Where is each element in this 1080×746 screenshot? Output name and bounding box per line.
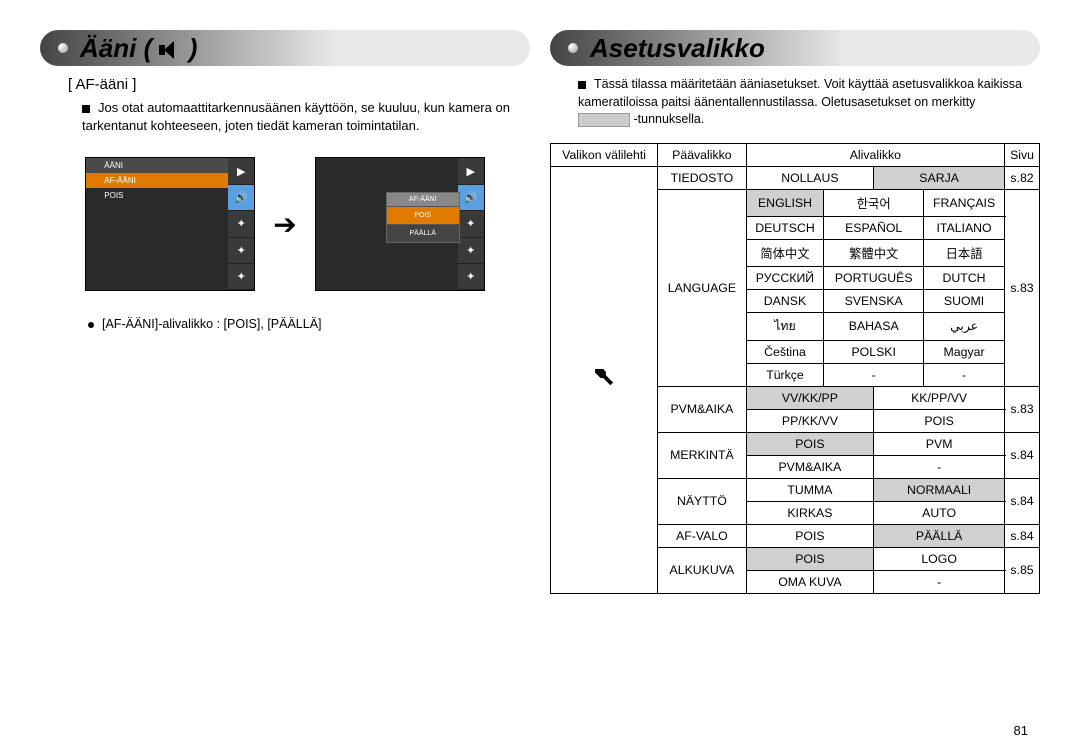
right-header: Asetusvalikko <box>550 30 1040 66</box>
col-sub: Alivalikko <box>746 143 1004 166</box>
settings-intro: Tässä tilassa määritetään ääniasetukset.… <box>550 76 1040 129</box>
left-header: Ääni ( ) <box>40 30 530 66</box>
col-tab: Valikon välilehti <box>551 143 658 166</box>
lcd-previews: ÄÄNI AF-ÄÄNI POIS ▶🔊✦✦✦ ➔ ▶🔊✦✦✦ AF-ÄÄNI … <box>40 157 530 291</box>
arrow-icon: ➔ <box>273 208 296 241</box>
settings-table: Valikon välilehti Päävalikko Alivalikko … <box>550 143 1040 594</box>
lcd-screen-1: ÄÄNI AF-ÄÄNI POIS ▶🔊✦✦✦ <box>85 157 255 291</box>
tab-icon-cell <box>551 166 658 593</box>
speaker-icon <box>159 41 181 59</box>
af-submenu-note: [AF-ÄÄNI]-alivalikko : [POIS], [PÄÄLLÄ] <box>88 317 530 331</box>
af-sound-paragraph: Jos otat automaattitarkennusäänen käyttö… <box>82 99 510 135</box>
default-swatch <box>578 113 630 127</box>
left-title-a: Ääni ( <box>80 33 152 63</box>
col-page: Sivu <box>1005 143 1040 166</box>
af-sound-section-title: [ AF-ääni ] <box>68 76 530 93</box>
lcd-screen-2: ▶🔊✦✦✦ AF-ÄÄNI POIS PÄÄLLÄ <box>315 157 485 291</box>
wrench-icon <box>595 369 613 387</box>
left-title-b: ) <box>189 33 198 63</box>
right-title: Asetusvalikko <box>590 33 765 64</box>
page-number: 81 <box>1014 723 1028 738</box>
col-main: Päävalikko <box>658 143 746 166</box>
